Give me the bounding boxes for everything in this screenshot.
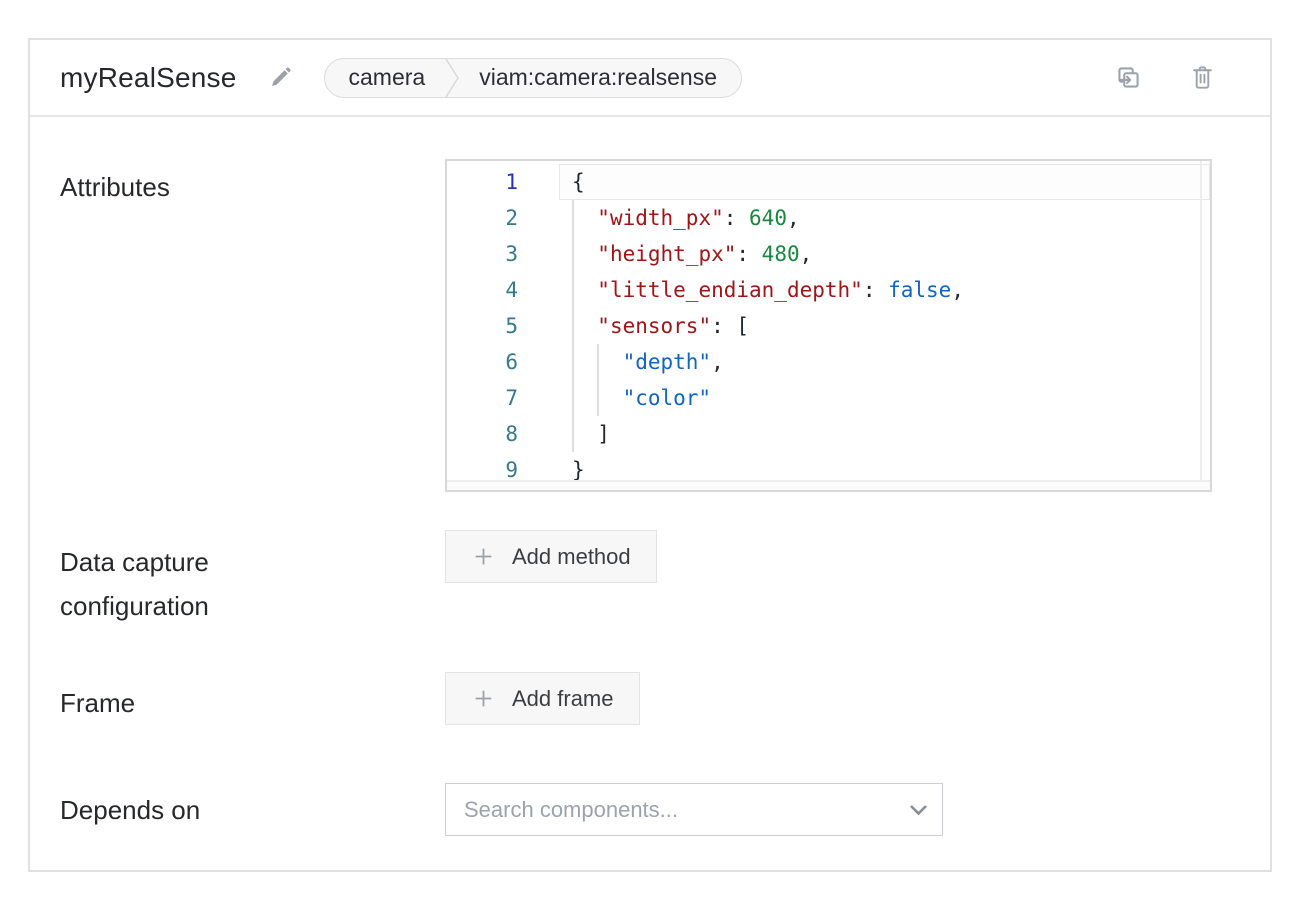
line-number: 4	[447, 272, 559, 308]
plus-icon	[471, 544, 496, 569]
duplicate-button[interactable]	[1114, 63, 1143, 92]
data-capture-row: Data capture configuration Add method	[60, 530, 1240, 628]
add-method-button[interactable]: Add method	[445, 530, 657, 583]
add-frame-label: Add frame	[512, 686, 614, 712]
header-actions	[1114, 63, 1216, 92]
data-capture-label: Data capture configuration	[60, 530, 445, 628]
line-number: 7	[447, 380, 559, 416]
line-number: 8	[447, 416, 559, 452]
component-name: myRealSense	[60, 62, 237, 94]
code-line[interactable]: "sensors": [	[559, 308, 1210, 344]
indent-guide	[572, 200, 574, 452]
edit-name-button[interactable]	[267, 64, 294, 91]
line-number: 2	[447, 200, 559, 236]
line-number: 6	[447, 344, 559, 380]
code-line[interactable]: "width_px": 640,	[559, 200, 1210, 236]
code-line[interactable]: "color"	[559, 380, 1210, 416]
component-config-card: myRealSense camera viam:camera:realsense	[28, 38, 1272, 872]
plus-icon	[471, 686, 496, 711]
depends-on-label: Depends on	[60, 783, 445, 832]
code-line[interactable]: ]	[559, 416, 1210, 452]
add-frame-button[interactable]: Add frame	[445, 672, 640, 725]
delete-button[interactable]	[1189, 63, 1216, 92]
chevron-down-icon[interactable]	[909, 804, 928, 816]
depends-on-select[interactable]	[445, 783, 943, 836]
indent-guide	[597, 344, 599, 416]
line-number: 1	[447, 164, 559, 200]
pencil-icon	[267, 64, 294, 91]
editor-code: { "width_px": 640, "height_px": 480, "li…	[559, 161, 1210, 490]
code-line[interactable]: {	[559, 164, 1210, 200]
component-type-badge: camera viam:camera:realsense	[324, 58, 742, 98]
depends-on-row: Depends on	[60, 783, 1240, 836]
code-line[interactable]: "depth",	[559, 344, 1210, 380]
editor-line-numbers: 123456789	[447, 161, 559, 490]
attributes-label: Attributes	[60, 159, 445, 209]
line-number: 3	[447, 236, 559, 272]
editor-horizontal-scrollbar[interactable]	[447, 480, 1210, 490]
code-line[interactable]: "height_px": 480,	[559, 236, 1210, 272]
chevron-right-icon	[441, 59, 463, 97]
component-header: myRealSense camera viam:camera:realsense	[30, 40, 1270, 117]
frame-row: Frame Add frame	[60, 672, 1240, 725]
search-components-input[interactable]	[464, 797, 909, 823]
frame-label: Frame	[60, 672, 445, 725]
attributes-json-editor[interactable]: 123456789 { "width_px": 640, "height_px"…	[445, 159, 1212, 492]
duplicate-icon	[1114, 63, 1143, 92]
component-body: Attributes 123456789 { "width_px": 640, …	[30, 117, 1270, 836]
code-line[interactable]: "little_endian_depth": false,	[559, 272, 1210, 308]
line-number: 5	[447, 308, 559, 344]
add-method-label: Add method	[512, 544, 631, 570]
editor-vertical-scrollbar[interactable]	[1200, 161, 1210, 480]
component-category: camera	[349, 64, 426, 91]
attributes-row: Attributes 123456789 { "width_px": 640, …	[60, 159, 1240, 492]
trash-icon	[1189, 63, 1216, 92]
component-model: viam:camera:realsense	[479, 64, 717, 91]
